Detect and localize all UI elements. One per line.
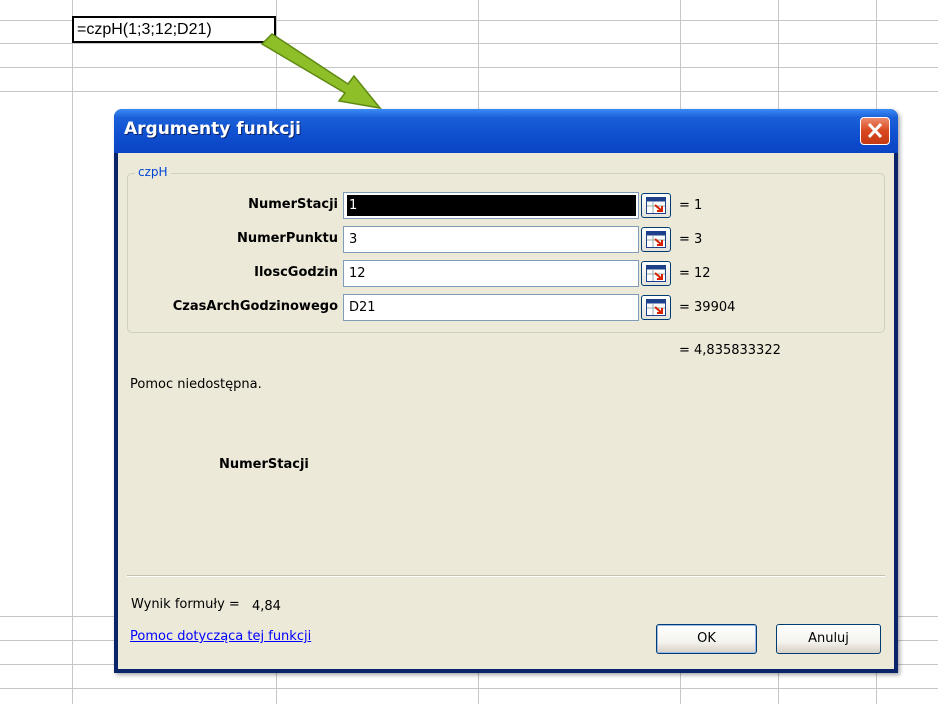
help-link[interactable]: Pomoc dotycząca tej funkcji [130,629,311,644]
ok-button[interactable]: OK [656,624,757,654]
collapse-dialog-button[interactable] [641,295,671,320]
cell-reference-icon [646,299,666,316]
arg-input-numerpunktu[interactable]: 3 [343,226,639,253]
function-name: czpH [135,165,171,179]
arg-label-iloscgodzin: IloscGodzin [254,265,338,280]
close-button[interactable] [860,117,890,145]
arg-value: = 3 [679,232,703,247]
close-icon [867,122,883,139]
collapse-dialog-button[interactable] [641,193,671,218]
arg-value: = 1 [679,198,703,213]
function-arguments-dialog: Argumenty funkcji czpH NumerStacji 1 = 1 [114,109,898,673]
cell-reference-icon [646,231,666,248]
collapse-dialog-button[interactable] [641,227,671,252]
arg-label-numerstacji: NumerStacji [248,197,338,212]
arg-input-czasarchgodzinowego[interactable]: D21 [343,294,639,321]
arg-input-numerstacji[interactable]: 1 [343,192,639,219]
cell-reference-icon [646,265,666,282]
dialog-body: czpH NumerStacji 1 = 1 NumerPunktu 3 = 3… [118,153,894,669]
arg-label-numerpunktu: NumerPunktu [236,231,338,246]
arg-label-czasarchgodzinowego: CzasArchGodzinowego [172,299,338,314]
arg-input-text: 1 [347,195,636,216]
cell-reference-icon [646,197,666,214]
collapse-dialog-button[interactable] [641,261,671,286]
cancel-button[interactable]: Anuluj [776,624,881,654]
current-parameter-name: NumerStacji [219,457,309,472]
function-result: = 4,835833322 [679,343,781,358]
dialog-titlebar[interactable]: Argumenty funkcji [114,109,898,153]
arg-value: = 39904 [679,300,736,315]
formula-result-label: Wynik formuły = [131,597,240,612]
arg-value: = 12 [679,266,711,281]
formula-result-value: 4,84 [252,599,281,614]
dialog-title: Argumenty funkcji [124,119,301,139]
arg-input-iloscgodzin[interactable]: 12 [343,260,639,287]
help-description: Pomoc niedostępna. [130,377,262,392]
separator [127,575,885,577]
